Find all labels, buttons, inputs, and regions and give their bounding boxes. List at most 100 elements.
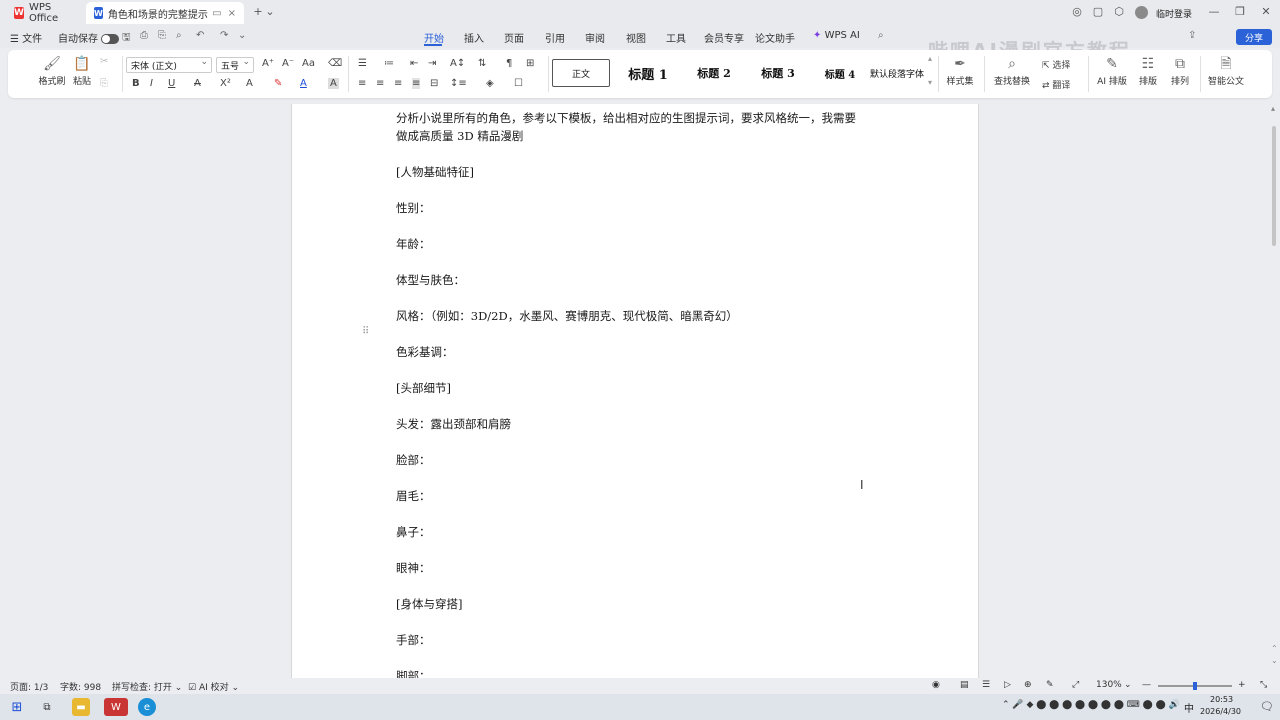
bullet-list-icon[interactable]: ☰ bbox=[358, 58, 367, 69]
maximize-icon[interactable]: ❐ bbox=[1232, 5, 1248, 18]
clock-time[interactable]: 20:53 bbox=[1210, 695, 1233, 704]
web-view-icon[interactable]: ⊕ bbox=[1024, 680, 1032, 690]
align-center-icon[interactable]: ≡ bbox=[376, 78, 384, 89]
word-count[interactable]: 字数: 998 bbox=[60, 680, 101, 693]
style-heading-1[interactable]: 标题 1 bbox=[616, 59, 680, 87]
field-line[interactable]: 鼻子： bbox=[396, 524, 431, 540]
field-line[interactable]: 眼神： bbox=[396, 560, 431, 576]
format-painter-button[interactable]: 🖌 格式刷 bbox=[36, 54, 68, 87]
style-default-font[interactable]: 默认段落字体 bbox=[868, 59, 926, 87]
tab-references[interactable]: 引用 bbox=[545, 30, 565, 45]
select-button[interactable]: ⇱ 选择 bbox=[1042, 58, 1070, 71]
font-grow-icon[interactable]: A⁺ bbox=[262, 58, 274, 69]
tab-page[interactable]: 页面 bbox=[504, 30, 524, 45]
line-spacing-icon[interactable]: ↕≡ bbox=[450, 78, 467, 89]
wps-home-tab[interactable]: W WPS Office bbox=[6, 2, 82, 24]
tab-member[interactable]: 会员专享 bbox=[704, 30, 744, 45]
clock-date[interactable]: 2026/4/30 bbox=[1200, 707, 1241, 716]
eye-protection-icon[interactable]: ◉ bbox=[932, 680, 940, 690]
style-heading-4[interactable]: 标题 4 bbox=[812, 59, 868, 87]
file-explorer-icon[interactable]: ▬ bbox=[72, 698, 90, 716]
field-line[interactable]: 色彩基调： bbox=[396, 344, 454, 360]
tab-insert[interactable]: 插入 bbox=[464, 30, 484, 45]
share-button[interactable]: 分享 bbox=[1236, 29, 1272, 45]
paragraph[interactable]: 分析小说里所有的角色，参考以下模板，给出相对应的生图提示词，要求风格统一，我需要 bbox=[396, 110, 856, 126]
italic-icon[interactable]: I bbox=[150, 78, 153, 89]
minimize-icon[interactable]: — bbox=[1206, 5, 1222, 18]
clear-format-icon[interactable]: ⌫ bbox=[328, 58, 342, 69]
font-shrink-icon[interactable]: A⁻ bbox=[282, 58, 294, 69]
print-icon[interactable]: ⎘ bbox=[158, 30, 166, 41]
tab-home[interactable]: 开始 bbox=[424, 30, 444, 45]
find-replace-button[interactable]: ⌕ 查找替换 bbox=[990, 54, 1034, 87]
arrange-button[interactable]: ⧉ 排列 bbox=[1164, 54, 1196, 87]
field-line[interactable]: 体型与肤色： bbox=[396, 272, 465, 288]
document-page[interactable]: 分析小说里所有的角色，参考以下模板，给出相对应的生图提示词，要求风格统一，我需要… bbox=[291, 104, 979, 684]
task-view-icon[interactable]: ⧉ bbox=[38, 698, 56, 716]
system-tray-icons[interactable]: ⌃ 🎤 ◆ ⬤ ⬤ ⬤ ⬤ ⬤ ⬤ ⬤ ⌨ ⬤ ⬤ 🔊 bbox=[1002, 700, 1180, 710]
page-down-icon[interactable]: ⌄ bbox=[1271, 656, 1278, 665]
paragraph[interactable]: 做成高质量 3D 精品漫剧 bbox=[396, 128, 523, 144]
field-line[interactable]: 性别： bbox=[396, 200, 431, 216]
zoom-in-icon[interactable]: + bbox=[1238, 680, 1246, 690]
redo-icon[interactable]: ↷ bbox=[220, 30, 228, 41]
page-up-icon[interactable]: ⌃ bbox=[1271, 644, 1278, 653]
notification-icon[interactable]: 🗨 bbox=[1260, 700, 1274, 713]
distribute-icon[interactable]: ⊟ bbox=[430, 78, 438, 89]
font-color-icon[interactable]: A bbox=[300, 78, 307, 89]
fit-page-icon[interactable]: ⤢ bbox=[1072, 680, 1079, 690]
font-name-select[interactable]: 宋体 (正文) bbox=[126, 57, 212, 73]
align-left-icon[interactable]: ≡ bbox=[358, 78, 366, 89]
undo-icon[interactable]: ↶ bbox=[196, 30, 204, 41]
sort-icon[interactable]: ⇅ bbox=[478, 58, 486, 69]
export-pdf-icon[interactable]: ⎙ bbox=[140, 30, 148, 41]
style-set-button[interactable]: ✒ 样式集 bbox=[942, 54, 978, 87]
zoom-slider-thumb[interactable] bbox=[1193, 682, 1197, 690]
tab-close-icon[interactable]: × bbox=[228, 8, 236, 19]
style-heading-2[interactable]: 标题 2 bbox=[684, 59, 744, 87]
search-icon[interactable]: ⌕ bbox=[878, 30, 884, 41]
decrease-indent-icon[interactable]: ⇤ bbox=[410, 58, 418, 69]
autosave-toggle[interactable]: 自动保存 bbox=[58, 30, 119, 45]
style-normal[interactable]: 正文 bbox=[552, 59, 610, 87]
text-direction-icon[interactable]: A↕ bbox=[450, 58, 465, 69]
avatar[interactable] bbox=[1135, 6, 1148, 19]
section-heading[interactable]: [头部细节] bbox=[396, 380, 451, 396]
layout-button[interactable]: ☷ 排版 bbox=[1132, 54, 1164, 87]
zoom-level[interactable]: 130% bbox=[1096, 680, 1122, 690]
styles-scroll-up-icon[interactable]: ▴ bbox=[928, 54, 932, 63]
tab-review[interactable]: 审阅 bbox=[585, 30, 605, 45]
zoom-dropdown-icon[interactable]: ⌄ bbox=[1124, 680, 1132, 690]
tab-view[interactable]: 视图 bbox=[626, 30, 646, 45]
drag-handle-icon[interactable]: ⠿ bbox=[362, 326, 369, 337]
table-icon[interactable]: ⊞ bbox=[526, 58, 534, 69]
translate-button[interactable]: ⇄ 翻译 bbox=[1042, 78, 1070, 91]
share-link-icon[interactable]: ⇪ bbox=[1188, 30, 1196, 41]
scroll-up-icon[interactable]: ▴ bbox=[1271, 104, 1275, 113]
styles-more-icon[interactable]: ▾ bbox=[928, 78, 932, 87]
underline-icon[interactable]: U bbox=[168, 78, 175, 89]
spell-check[interactable]: 拼写检查: 打开 ⌄ bbox=[112, 680, 182, 693]
print-preview-icon[interactable]: ⌕ bbox=[176, 30, 182, 41]
text-effect-icon[interactable]: A bbox=[246, 78, 253, 89]
vertical-scrollbar[interactable]: ▴ ⌃ ⌄ bbox=[1268, 104, 1280, 678]
edge-browser-icon[interactable]: e bbox=[138, 698, 156, 716]
font-size-select[interactable]: 五号 bbox=[216, 57, 254, 73]
field-line[interactable]: 手部： bbox=[396, 632, 431, 648]
smart-doc-button[interactable]: 🗎 智能公文 bbox=[1206, 54, 1246, 87]
toggle-switch-icon[interactable] bbox=[101, 34, 119, 44]
play-icon[interactable]: ▷ bbox=[1004, 680, 1011, 690]
justify-icon[interactable]: ≡ bbox=[412, 78, 421, 89]
border-icon[interactable]: ☐ bbox=[514, 78, 523, 89]
section-heading[interactable]: [身体与穿搭] bbox=[396, 596, 462, 612]
align-right-icon[interactable]: ≡ bbox=[394, 78, 402, 89]
paste-button[interactable]: 📋 粘贴 bbox=[66, 54, 98, 87]
ai-check[interactable]: ☑ AI 校对 ⌄ bbox=[188, 680, 239, 693]
zoom-out-icon[interactable]: — bbox=[1142, 680, 1151, 690]
fill-color-icon[interactable]: ◈ bbox=[486, 78, 494, 89]
tab-thesis[interactable]: 论文助手 bbox=[755, 30, 795, 45]
page-view-icon[interactable]: ▤ bbox=[960, 680, 969, 690]
settings-icon[interactable]: ◎ bbox=[1069, 5, 1085, 18]
ai-layout-button[interactable]: ✎ AI 排版 bbox=[1094, 54, 1130, 87]
paragraph-marks-icon[interactable]: ¶ bbox=[506, 58, 512, 69]
